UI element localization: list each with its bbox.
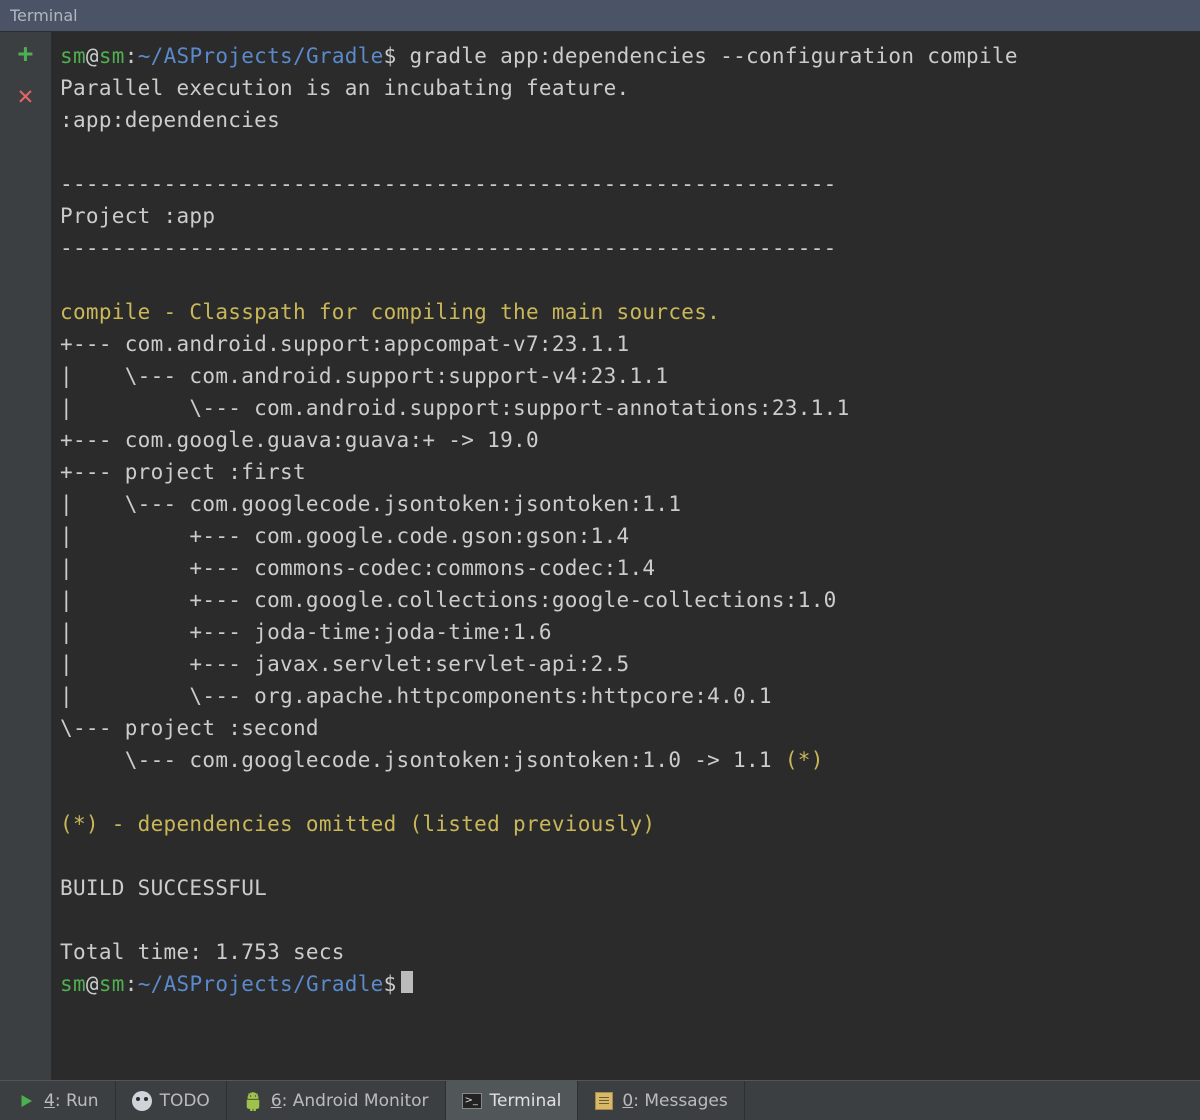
tab-android-monitor[interactable]: 6: Android Monitor: [227, 1081, 446, 1120]
dep-line: | +--- javax.servlet:servlet-api:2.5: [60, 652, 630, 676]
prompt-path: ~/ASProjects/Gradle: [138, 44, 384, 68]
tool-window-title: Terminal: [0, 0, 1200, 32]
prompt-host: sm: [99, 44, 125, 68]
dep-line: +--- com.android.support:appcompat-v7:23…: [60, 332, 630, 356]
play-icon: [16, 1091, 36, 1111]
output-line: :app:dependencies: [60, 108, 280, 132]
dep-line: | +--- commons-codec:commons-codec:1.4: [60, 556, 655, 580]
output-rule: ----------------------------------------…: [60, 172, 837, 196]
tab-terminal[interactable]: >_ Terminal: [446, 1081, 579, 1120]
tab-todo-label: TODO: [160, 1091, 210, 1111]
prompt-path: ~/ASProjects/Gradle: [138, 972, 384, 996]
terminal-output[interactable]: sm@sm:~/ASProjects/Gradle$ gradle app:de…: [52, 32, 1200, 1080]
dep-line: | \--- com.android.support:support-v4:23…: [60, 364, 668, 388]
dep-line: | \--- org.apache.httpcomponents:httpcor…: [60, 684, 772, 708]
dep-line: \--- project :second: [60, 716, 319, 740]
tab-run-label: : Run: [55, 1091, 99, 1111]
bottom-tool-tabs: 4: Run TODO 6: Android Monitor >_ Termin…: [0, 1080, 1200, 1120]
prompt-dollar: $: [384, 972, 397, 996]
tab-android-label: : Android Monitor: [282, 1091, 429, 1111]
tab-run[interactable]: 4: Run: [0, 1081, 116, 1120]
tab-todo[interactable]: TODO: [116, 1081, 227, 1120]
dep-line: | \--- com.android.support:support-annot…: [60, 396, 850, 420]
terminal-tool-window: Terminal + ✕ sm@sm:~/ASProjects/Gradle$ …: [0, 0, 1200, 1120]
dep-line: | +--- com.google.code.gson:gson:1.4: [60, 524, 630, 548]
dep-line: | +--- joda-time:joda-time:1.6: [60, 620, 552, 644]
prompt-at: @: [86, 972, 99, 996]
prompt-colon: :: [125, 972, 138, 996]
todo-icon: [132, 1091, 152, 1111]
terminal-gutter: + ✕: [0, 32, 52, 1080]
output-total: Total time: 1.753 secs: [60, 940, 345, 964]
tab-terminal-label: Terminal: [490, 1091, 562, 1111]
output-build: BUILD SUCCESSFUL: [60, 876, 267, 900]
prompt-colon: :: [125, 44, 138, 68]
output-line: Project :app: [60, 204, 215, 228]
terminal-icon: >_: [462, 1091, 482, 1111]
output-rule: ----------------------------------------…: [60, 236, 837, 260]
dep-line: | \--- com.googlecode.jsontoken:jsontoke…: [60, 492, 681, 516]
dep-star: (*): [785, 748, 824, 772]
terminal-cursor: [401, 971, 413, 993]
prompt-at: @: [86, 44, 99, 68]
tab-run-mnemonic: 4: [44, 1091, 55, 1111]
prompt-user: sm: [60, 972, 86, 996]
dep-line: | +--- com.google.collections:google-col…: [60, 588, 837, 612]
output-config: compile - Classpath for compiling the ma…: [60, 300, 720, 324]
prompt-host: sm: [99, 972, 125, 996]
close-session-icon[interactable]: ✕: [14, 84, 38, 108]
android-icon: [243, 1091, 263, 1111]
tab-android-mnemonic: 6: [271, 1091, 282, 1111]
tab-messages[interactable]: 0: Messages: [578, 1081, 744, 1120]
output-line: Parallel execution is an incubating feat…: [60, 76, 630, 100]
tool-window-body: + ✕ sm@sm:~/ASProjects/Gradle$ gradle ap…: [0, 32, 1200, 1080]
dep-line: +--- project :first: [60, 460, 306, 484]
dep-line: +--- com.google.guava:guava:+ -> 19.0: [60, 428, 539, 452]
command-text: gradle app:dependencies --configuration …: [397, 44, 1018, 68]
output-omitted: (*) - dependencies omitted (listed previ…: [60, 812, 655, 836]
prompt-user: sm: [60, 44, 86, 68]
tab-messages-label: : Messages: [633, 1091, 728, 1111]
prompt-dollar: $: [384, 44, 397, 68]
tab-messages-mnemonic: 0: [622, 1091, 633, 1111]
add-session-icon[interactable]: +: [14, 42, 38, 66]
messages-icon: [594, 1091, 614, 1111]
dep-line: \--- com.googlecode.jsontoken:jsontoken:…: [60, 748, 785, 772]
